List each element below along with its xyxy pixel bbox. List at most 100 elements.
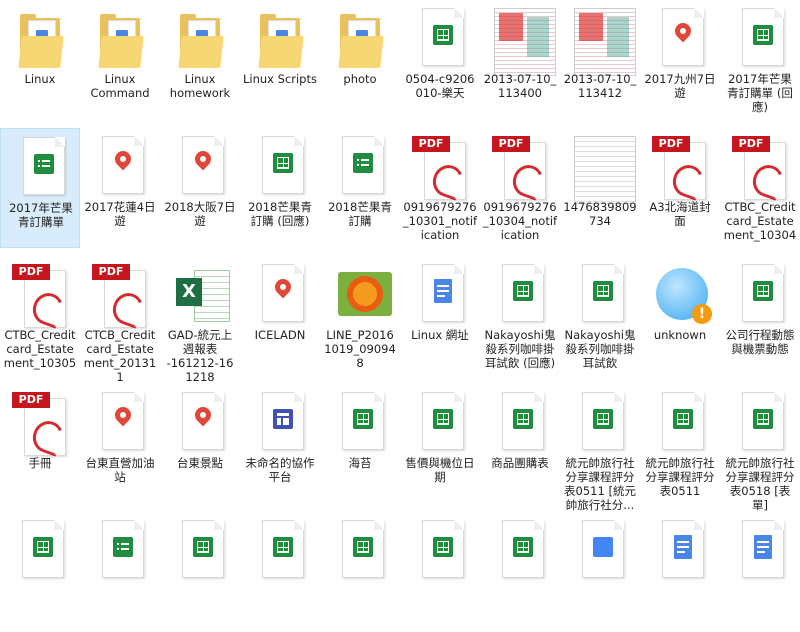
file-item[interactable]: Linux Scripts	[240, 0, 320, 120]
pdf-icon: PDF	[92, 262, 148, 330]
file-label: 公司行程動態 與機票動態	[725, 328, 795, 356]
google-sheets-icon	[732, 390, 788, 456]
file-item[interactable]: 統元帥旅行社 分享課程評分 表0511	[640, 384, 720, 504]
file-item[interactable]: X GAD-統元上 週報表 -161212-16 1218	[160, 256, 240, 384]
file-label: 2013-07-10_ 113400	[483, 72, 557, 100]
file-item[interactable]: 2017花蓮4日 遊	[80, 128, 160, 248]
file-label: A3北海道封 面	[649, 200, 711, 228]
file-item[interactable]	[720, 512, 800, 632]
file-item[interactable]: 0504-c9206 010-樂天	[400, 0, 480, 120]
google-sheets-icon	[492, 518, 548, 584]
file-label: 2013-07-10_ 113412	[563, 72, 637, 100]
google-sheets-icon	[492, 262, 548, 328]
pdf-icon: PDF	[12, 390, 68, 458]
google-sheets-icon	[412, 6, 468, 72]
file-item[interactable]: 2017年芒果 青訂購單 (回 應)	[720, 0, 800, 120]
unknown-file-warning-icon: !	[652, 262, 712, 328]
file-item[interactable]: 商品團購表	[480, 384, 560, 504]
file-item[interactable]: 2018芒果青 訂購	[320, 128, 400, 248]
file-item[interactable]	[480, 512, 560, 632]
file-item[interactable]: 1476839809 734	[560, 128, 640, 248]
file-item[interactable]: ICELADN	[240, 256, 320, 376]
file-label: 統元帥旅行社 分享課程評分 表0518 [表 單]	[725, 456, 795, 512]
excel-icon: X	[172, 262, 230, 328]
google-sheets-icon	[252, 134, 308, 200]
file-item[interactable]	[0, 512, 80, 632]
file-label: GAD-統元上 週報表 -161212-16 1218	[166, 328, 234, 384]
file-item[interactable]: Linux	[0, 0, 80, 120]
file-label: 1476839809 734	[563, 200, 637, 228]
file-item[interactable]: PDF 0919679276 _10304_notif ication	[480, 128, 560, 248]
file-item[interactable]: 台東直營加油 站	[80, 384, 160, 504]
folder-icon	[92, 6, 148, 72]
file-item[interactable]: Linux Command	[80, 0, 160, 120]
file-label: ICELADN	[254, 328, 306, 342]
file-label: Nakayoshi鬼 殺系列咖啡掛 耳試飲 (回應)	[484, 328, 556, 370]
google-sheets-icon	[332, 390, 388, 456]
file-item[interactable]	[80, 512, 160, 632]
file-item[interactable]: PDF A3北海道封 面	[640, 128, 720, 248]
file-item[interactable]: 2017九州7日 遊	[640, 0, 720, 120]
file-item[interactable]	[560, 512, 640, 632]
google-maps-icon	[252, 262, 308, 328]
google-sheets-icon	[252, 518, 308, 584]
file-label: 統元帥旅行社 分享課程評分 表0511 [統元 帥旅行社分...	[564, 456, 636, 512]
file-label: 手冊	[28, 456, 52, 470]
file-item[interactable]: PDF 手冊	[0, 384, 80, 504]
file-item[interactable]: 2013-07-10_ 113412	[560, 0, 640, 120]
file-label: Nakayoshi鬼 殺系列咖啡掛 耳試飲	[564, 328, 636, 370]
calendar-icon	[572, 518, 628, 584]
file-item[interactable]: 2013-07-10_ 113400	[480, 0, 560, 120]
file-label: Linux	[24, 72, 56, 86]
file-item[interactable]	[400, 512, 480, 632]
file-item[interactable]: 未命名的協作 平台	[240, 384, 320, 504]
file-label: 0504-c9206 010-樂天	[405, 72, 475, 100]
file-label: 0919679276 _10301_notif ication	[402, 200, 478, 242]
file-item[interactable]: 統元帥旅行社 分享課程評分 表0511 [統元 帥旅行社分...	[560, 384, 640, 512]
file-label: CTBC_Credit card_Estate ment_10305	[3, 328, 77, 370]
pdf-icon: PDF	[492, 134, 548, 202]
file-item[interactable]: 2017年芒果 青訂購單	[0, 128, 80, 248]
file-item[interactable]	[240, 512, 320, 632]
file-item[interactable]: 統元帥旅行社 分享課程評分 表0518 [表 單]	[720, 384, 800, 512]
file-item[interactable]: Linux 網址	[400, 256, 480, 376]
google-sheets-icon	[412, 390, 468, 456]
google-forms-icon	[13, 135, 69, 201]
file-item[interactable]	[640, 512, 720, 632]
pdf-icon: PDF	[12, 262, 68, 330]
google-forms-icon	[92, 518, 148, 584]
file-label: 2018大阪7日 遊	[164, 200, 236, 228]
file-item[interactable]: PDF 0919679276 _10301_notif ication	[400, 128, 480, 248]
file-item[interactable]: PDF CTBC_Credit card_Estate ment_10304	[720, 128, 800, 248]
file-item[interactable]: 2018芒果青 訂購 (回應)	[240, 128, 320, 248]
file-item[interactable]: PDF CTCB_Credit card_Estate ment_20131 1	[80, 256, 160, 384]
google-sheets-icon	[732, 6, 788, 72]
file-item[interactable]: ! unknown	[640, 256, 720, 376]
file-item[interactable]: LINE_P2016 1019_09094 8	[320, 256, 400, 376]
file-item[interactable]	[160, 512, 240, 632]
image-thumbnail-icon	[572, 134, 636, 204]
file-item[interactable]: 2018大阪7日 遊	[160, 128, 240, 248]
file-label: 台東景點	[177, 456, 223, 470]
file-item[interactable]: Nakayoshi鬼 殺系列咖啡掛 耳試飲 (回應)	[480, 256, 560, 376]
file-item[interactable]: photo	[320, 0, 400, 120]
file-item[interactable]	[320, 512, 400, 632]
file-label: 2017年芒果 青訂購單 (回 應)	[727, 72, 793, 114]
file-item[interactable]: 售價與機位日 期	[400, 384, 480, 504]
pdf-icon: PDF	[732, 134, 788, 202]
google-sheets-icon	[492, 390, 548, 456]
file-label: 2018芒果青 訂購 (回應)	[248, 200, 312, 228]
file-item[interactable]: Nakayoshi鬼 殺系列咖啡掛 耳試飲	[560, 256, 640, 376]
file-item[interactable]: PDF CTBC_Credit card_Estate ment_10305	[0, 256, 80, 376]
file-item[interactable]: 公司行程動態 與機票動態	[720, 256, 800, 376]
google-sheets-icon	[572, 390, 628, 456]
file-label: 統元帥旅行社 分享課程評分 表0511	[645, 456, 715, 498]
file-item[interactable]: Linux homework	[160, 0, 240, 120]
file-label: 2017年芒果 青訂購單	[9, 201, 73, 229]
google-maps-icon	[652, 6, 708, 72]
google-docs-icon	[732, 518, 788, 584]
file-label: 台東直營加油 站	[85, 456, 155, 484]
file-item[interactable]: 台東景點	[160, 384, 240, 504]
file-grid: Linux Linux Command Linux homework Linux Sc…	[0, 0, 800, 578]
file-item[interactable]: 海苔	[320, 384, 400, 504]
